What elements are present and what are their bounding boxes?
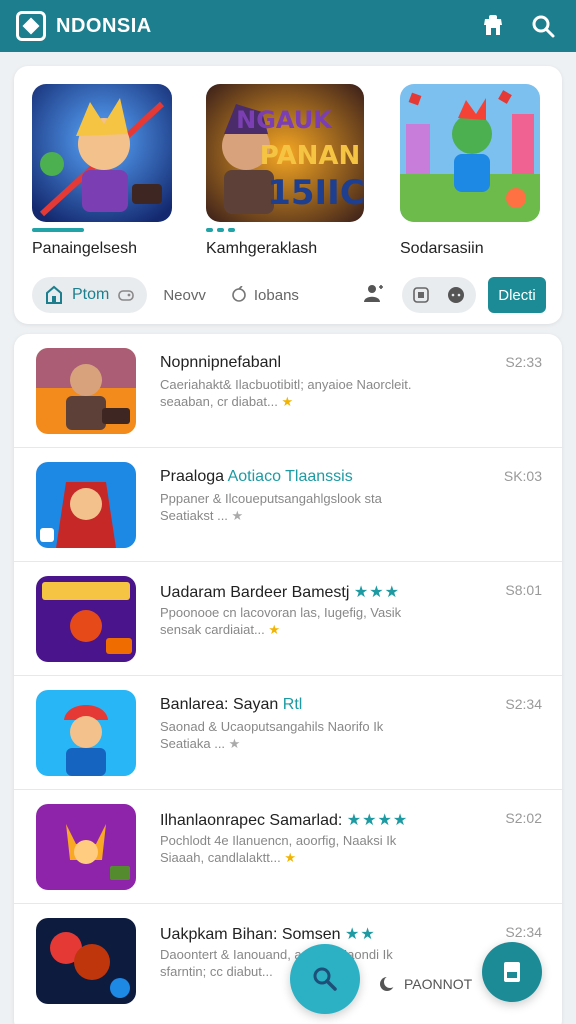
featured-card[interactable]: Panaingelsesh	[32, 84, 182, 258]
game-title: Uadaram Bardeer Bamestj ★★★	[160, 584, 400, 601]
featured-carousel-dots	[206, 228, 356, 232]
search-fab-button[interactable]	[290, 944, 360, 1014]
svg-text:15IIC: 15IIC	[267, 173, 364, 213]
app-logo-icon[interactable]	[16, 11, 46, 41]
controller-icon	[118, 290, 135, 301]
featured-game-thumbnail[interactable]: NGAUK PANAN 15IIC	[206, 84, 364, 222]
tab-new[interactable]: Neovv	[163, 287, 206, 304]
game-thumbnail[interactable]	[36, 348, 136, 434]
search-icon[interactable]	[526, 9, 560, 43]
svg-text:PANAN: PANAN	[260, 141, 360, 171]
game-description: Pochlodt 4e Ilanuencn, aoorfig, Naaksi I…	[160, 833, 397, 865]
document-icon	[504, 962, 520, 982]
search-icon	[313, 967, 337, 991]
list-item[interactable]: Banlarea: Sayan Rtl Saonad & Ucaoputsang…	[14, 676, 562, 790]
game-thumbnail[interactable]	[36, 462, 136, 548]
game-title: Banlarea: Sayan Rtl	[160, 696, 303, 713]
view-toggle[interactable]	[402, 277, 476, 313]
tab-home[interactable]: Ptom	[32, 277, 148, 313]
game-description: Caeriahakt& Ilacbuotibitl; anyaioe Naorc…	[160, 377, 412, 409]
tab-new-label: Neovv	[163, 286, 206, 304]
featured-card[interactable]: NGAUK PANAN 15IIC Kamhgeraklash	[206, 84, 364, 258]
featured-active-indicator	[32, 228, 84, 232]
tab-bonus[interactable]: Iobans	[230, 286, 299, 304]
game-description: Ppoonooe cn lacovoran las, Iugefig, Vasi…	[160, 605, 402, 637]
moon-icon	[380, 976, 396, 991]
game-title: Nopnnipnefabanl	[160, 354, 281, 371]
game-thumbnail[interactable]	[36, 918, 136, 1004]
featured-game-thumbnail[interactable]	[400, 84, 540, 222]
game-thumbnail[interactable]	[36, 804, 136, 890]
home-icon	[46, 285, 62, 304]
list-item[interactable]: Ilhanlaonrapec Samarlad: ★★★★ Pochlodt 4…	[14, 790, 562, 904]
tab-bonus-label: Iobans	[253, 286, 299, 304]
game-list: Nopnnipnefabanl Caeriahakt& Ilacbuotibit…	[14, 334, 562, 1024]
list-item[interactable]: Uakpkam Bihan: Somsen ★★ Daoontert & Ian…	[14, 904, 562, 1018]
featured-card-label: Sodarsasiin	[400, 240, 484, 257]
document-fab-button[interactable]	[482, 942, 542, 1002]
list-item[interactable]: Nopnnipnefabanl Caeriahakt& Ilacbuotibit…	[14, 334, 562, 448]
game-time: S2:02	[505, 810, 542, 826]
game-description: Pppaner & Ilcoueputsangahlgslook sta Sea…	[160, 491, 382, 523]
tab-home-label: Ptom	[72, 286, 110, 303]
svg-text:NGAUK: NGAUK	[236, 106, 333, 134]
featured-game-thumbnail[interactable]	[32, 84, 172, 222]
game-time: SK:03	[503, 468, 542, 484]
bottom-chip-label: PAONNOT	[404, 976, 473, 992]
chat-icon	[448, 287, 464, 303]
game-title: Ilhanlaonrapec Samarlad: ★★★★	[160, 812, 409, 829]
featured-section: Panaingelsesh NGAUK PANAN 15IIC Kamhgera…	[14, 66, 562, 324]
app-title: NDONSIA	[56, 14, 152, 37]
game-title: Uakpkam Bihan: Somsen ★★	[160, 926, 376, 943]
game-thumbnail[interactable]	[36, 576, 136, 662]
detect-button[interactable]: Dlecti	[488, 277, 546, 313]
list-item[interactable]: Uadaram Bardeer Bamestj ★★★ Ppoonooe cn …	[14, 562, 562, 676]
filter-bar: Ptom Neovv Iobans Dlecti	[32, 276, 546, 314]
game-time: S2:34	[505, 924, 542, 940]
grid-icon	[413, 287, 429, 303]
game-time: S2:34	[505, 696, 542, 712]
featured-card[interactable]: Sodarsasiin	[400, 84, 550, 258]
game-title: Praaloga Aotiaco Tlaanssis	[160, 468, 353, 485]
featured-card-label: Kamhgeraklash	[206, 240, 318, 257]
user-icon[interactable]	[362, 282, 384, 309]
app-bar: NDONSIA	[0, 0, 576, 52]
bonus-icon	[232, 286, 246, 302]
game-thumbnail[interactable]	[36, 690, 136, 776]
game-description: Saonad & Ucaoputsangahils Naorifo Ik Sea…	[160, 719, 384, 751]
game-time: S8:01	[505, 582, 542, 598]
list-item[interactable]: Praaloga Aotiaco Tlaanssis Pppaner & Ilc…	[14, 448, 562, 562]
game-time: S2:33	[505, 354, 542, 370]
store-icon[interactable]	[476, 9, 510, 43]
featured-card-label: Panaingelsesh	[32, 240, 137, 257]
bottom-chip[interactable]: PAONNOT	[378, 975, 472, 993]
